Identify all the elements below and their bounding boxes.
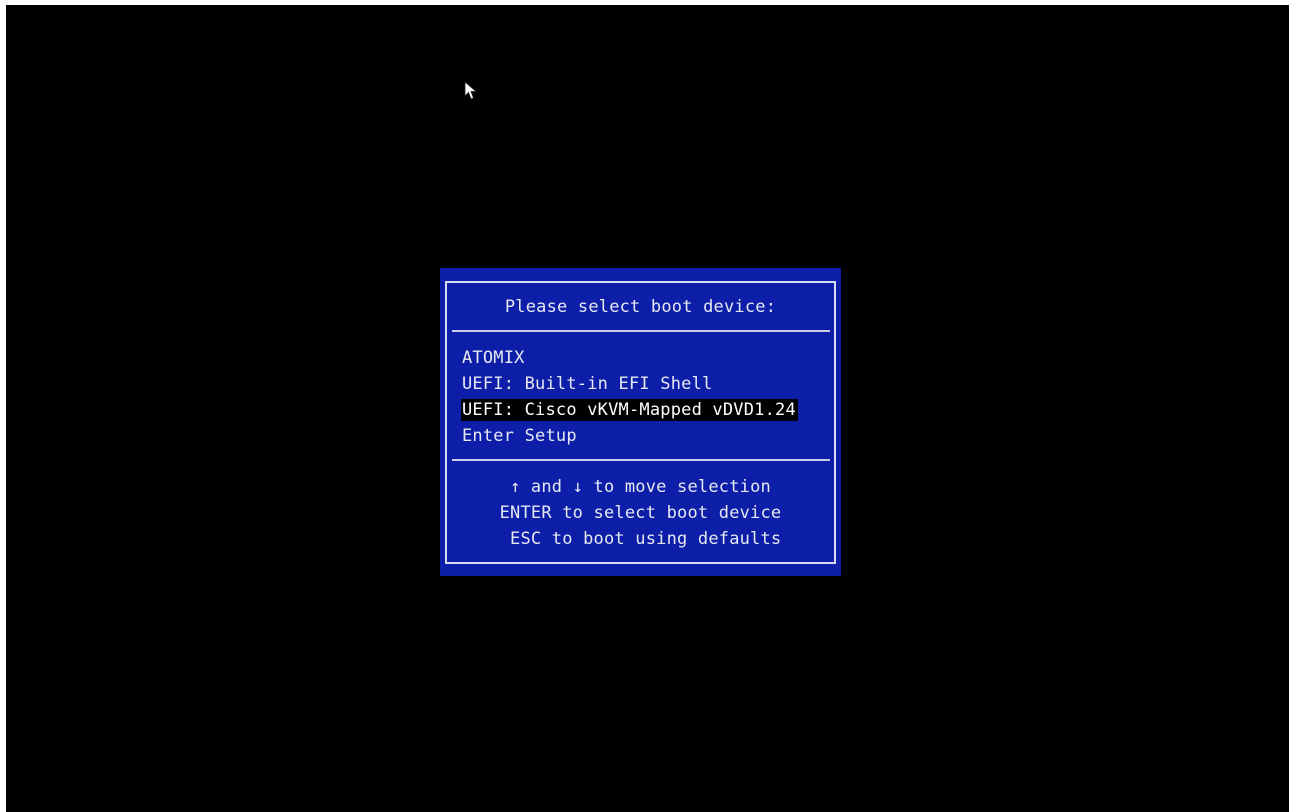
boot-device-dialog: Please select boot device: ATOMIX UEFI: … — [440, 268, 841, 576]
help-enter-select: ENTER to select boot device — [499, 503, 782, 523]
title-divider — [452, 330, 830, 332]
boot-option-enter-setup[interactable]: Enter Setup — [461, 425, 579, 447]
help-esc-defaults: ESC to boot using defaults — [499, 529, 782, 549]
help-move-selection: ↑ and ↓ to move selection — [510, 477, 771, 497]
help-divider — [452, 459, 830, 461]
dialog-title: Please select boot device: — [504, 297, 777, 317]
boot-option-vkvm-mapped-vdvd[interactable]: UEFI: Cisco vKVM-Mapped vDVD1.24 — [461, 399, 798, 421]
mouse-pointer-icon — [464, 81, 478, 100]
boot-option-efi-shell[interactable]: UEFI: Built-in EFI Shell — [461, 373, 714, 395]
boot-option-atomix[interactable]: ATOMIX — [461, 347, 527, 369]
